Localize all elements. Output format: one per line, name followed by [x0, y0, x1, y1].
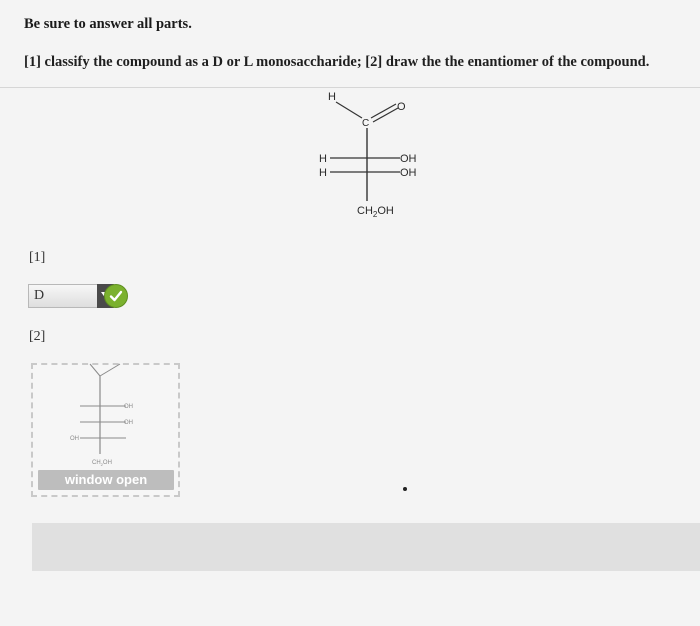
row1-left-h: H	[319, 153, 327, 165]
part-2-label: [2]	[29, 329, 46, 344]
part-1-label: [1]	[29, 250, 46, 265]
instructions-text: Be sure to answer all parts.	[24, 16, 192, 32]
row1-right-oh: OH	[400, 153, 417, 165]
thumb-row3-left-oh: OH	[70, 436, 79, 442]
question-page: Be sure to answer all parts. [1] classif…	[0, 0, 700, 626]
fischer-projection: H C O H OH H OH CH2OH	[319, 91, 417, 219]
enantiomer-thumbnail[interactable]: OH OH OH CH2OH	[36, 356, 156, 472]
stray-dot	[403, 487, 407, 491]
window-open-button[interactable]: window open	[38, 470, 174, 490]
row2-left-h: H	[319, 167, 327, 179]
thumb-row2-oh: OH	[124, 420, 133, 426]
row2-right-oh: OH	[400, 167, 417, 179]
classification-select[interactable]: D	[28, 284, 98, 308]
thumb-carbonyl-bond	[99, 363, 121, 377]
carbonyl-oxygen-label: O	[397, 101, 406, 113]
thumb-h-bond	[89, 363, 101, 377]
selected-value: D	[34, 288, 45, 303]
correct-check-icon	[104, 284, 128, 308]
question-text: [1] classify the compound as a D or L mo…	[24, 54, 650, 70]
thumb-row1-oh: OH	[124, 404, 133, 410]
bottom-group-label: CH2OH	[357, 205, 394, 219]
footer-bar	[32, 523, 700, 571]
carbonyl-carbon-label: C	[362, 118, 369, 129]
aldehyde-h-label: H	[328, 91, 336, 103]
thumb-bottom-label: CH2OH	[92, 460, 112, 467]
h-to-carbon-bond	[335, 101, 363, 119]
